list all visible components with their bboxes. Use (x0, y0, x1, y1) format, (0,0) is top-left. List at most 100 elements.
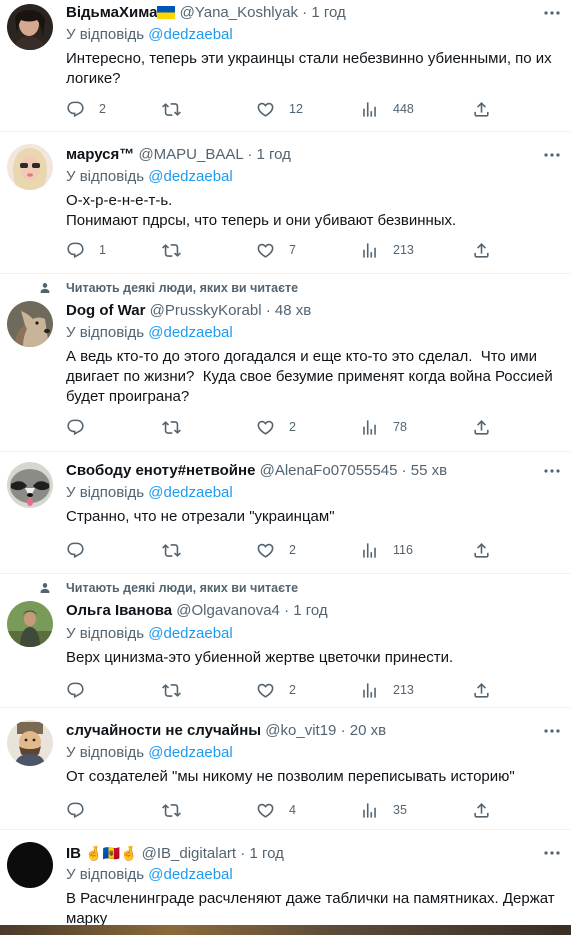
more-icon[interactable] (543, 468, 561, 474)
like-button[interactable]: 2 (256, 680, 296, 700)
author-name[interactable]: Ольга Іванова (66, 602, 172, 619)
avatar[interactable] (7, 601, 53, 647)
share-button[interactable] (472, 240, 491, 260)
author-name[interactable]: случайности не случайны (66, 722, 261, 739)
reply-mention-link[interactable]: @dedzaebal (148, 744, 232, 761)
avatar[interactable] (7, 4, 53, 50)
more-icon[interactable] (543, 10, 561, 16)
retweet-icon (162, 418, 181, 437)
reply-button[interactable] (66, 800, 99, 820)
reply-mention-link[interactable]: @dedzaebal (148, 625, 232, 642)
reply-icon (66, 241, 85, 260)
tweet[interactable]: Читають деякі люди, яких ви читаєте Ольг… (0, 574, 571, 708)
reply-icon (66, 681, 85, 700)
tweet-text: От создателей "мы никому не позволим пер… (66, 768, 515, 785)
author-name[interactable]: маруся™ (66, 146, 134, 163)
social-context[interactable]: Читають деякі люди, яких ви читаєте (66, 581, 298, 595)
reply-button[interactable] (66, 540, 99, 560)
like-button[interactable]: 4 (256, 800, 296, 820)
like-button[interactable]: 12 (256, 99, 303, 119)
views-button[interactable]: 78 (360, 417, 407, 437)
tweet-time[interactable]: 1 год (311, 4, 345, 21)
retweet-button[interactable] (162, 417, 195, 437)
author-handle[interactable]: @Olgavanova4 (176, 602, 280, 619)
tweet-time[interactable]: 1 год (257, 146, 291, 163)
views-button[interactable]: 213 (360, 240, 414, 260)
like-icon (256, 541, 275, 560)
reply-mention-link[interactable]: @dedzaebal (148, 26, 232, 43)
views-button[interactable]: 448 (360, 99, 414, 119)
retweet-button[interactable] (162, 99, 195, 119)
share-button[interactable] (472, 800, 491, 820)
tweet-actions: 2 12 448 (66, 99, 506, 119)
like-count: 2 (289, 683, 296, 697)
reply-prefix: У відповідь (66, 324, 145, 341)
share-button[interactable] (472, 99, 491, 119)
author-name[interactable]: Свободу еноту#нетвойне (66, 462, 255, 479)
author-handle[interactable]: @Yana_Koshlyak (180, 4, 298, 21)
tweet-header: Ольга Іванова @Olgavanova4 · 1 год (66, 601, 328, 621)
reply-mention-link[interactable]: @dedzaebal (148, 168, 232, 185)
tweet[interactable]: IB 🤞🇲🇩🤞 @IB_digitalart · 1 год У відпові… (0, 830, 571, 927)
tweet[interactable]: Свободу еноту#нетвойне @AlenaFo07055545 … (0, 452, 571, 574)
like-count: 7 (289, 243, 296, 257)
more-icon[interactable] (543, 152, 561, 158)
reply-button[interactable]: 1 (66, 240, 106, 260)
author-handle[interactable]: @IB_digitalart (142, 845, 236, 862)
separator-dot: · (284, 602, 290, 619)
reply-button[interactable]: 2 (66, 99, 106, 119)
tweet-time[interactable]: 1 год (249, 845, 283, 862)
like-button[interactable]: 7 (256, 240, 296, 260)
social-context[interactable]: Читають деякі люди, яких ви читаєте (66, 281, 298, 295)
author-name[interactable]: IB (66, 845, 81, 862)
reply-mention-link[interactable]: @dedzaebal (148, 484, 232, 501)
views-button[interactable]: 116 (360, 540, 413, 560)
tweet-time[interactable]: 55 хв (411, 462, 447, 479)
views-icon (360, 241, 379, 260)
more-icon[interactable] (543, 850, 561, 856)
like-button[interactable]: 2 (256, 540, 296, 560)
tweet-time[interactable]: 20 хв (350, 722, 386, 739)
person-icon (38, 281, 52, 295)
retweet-button[interactable] (162, 240, 195, 260)
author-handle[interactable]: @MAPU_BAAL (138, 146, 243, 163)
tweet[interactable]: маруся™ @MAPU_BAAL · 1 год У відповідь @… (0, 132, 571, 274)
views-button[interactable]: 35 (360, 800, 407, 820)
retweet-button[interactable] (162, 680, 195, 700)
retweet-button[interactable] (162, 540, 195, 560)
reply-mention-link[interactable]: @dedzaebal (148, 324, 232, 341)
tweet[interactable]: ВідьмаХима @Yana_Koshlyak · 1 год У відп… (0, 0, 571, 132)
author-name[interactable]: Dog of War (66, 302, 145, 319)
like-icon (256, 681, 275, 700)
tweet-time[interactable]: 1 год (293, 602, 327, 619)
separator-dot: · (401, 462, 407, 479)
reply-button[interactable] (66, 680, 99, 700)
view-count: 78 (393, 420, 407, 434)
share-button[interactable] (472, 680, 491, 700)
author-handle[interactable]: @PrusskyKorabl (150, 302, 262, 319)
author-handle[interactable]: @AlenaFo07055545 (260, 462, 398, 479)
author-name[interactable]: ВідьмаХима (66, 4, 157, 21)
more-icon[interactable] (543, 728, 561, 734)
views-button[interactable]: 213 (360, 680, 414, 700)
reply-mention-link[interactable]: @dedzaebal (148, 866, 232, 883)
author-handle[interactable]: @ko_vit19 (265, 722, 336, 739)
avatar[interactable] (7, 301, 53, 347)
reply-prefix: У відповідь (66, 168, 145, 185)
share-icon (472, 541, 491, 560)
avatar[interactable] (7, 144, 53, 190)
tweet[interactable]: случайности не случайны @ko_vit19 · 20 х… (0, 708, 571, 830)
like-button[interactable]: 2 (256, 417, 296, 437)
tweet-time[interactable]: 48 хв (275, 302, 311, 319)
tweet[interactable]: Читають деякі люди, яких ви читаєте Dog … (0, 274, 571, 452)
share-button[interactable] (472, 417, 491, 437)
avatar[interactable] (7, 842, 53, 888)
avatar[interactable] (7, 720, 53, 766)
share-button[interactable] (472, 540, 491, 560)
views-icon (360, 418, 379, 437)
retweet-button[interactable] (162, 800, 195, 820)
reply-icon (66, 541, 85, 560)
avatar[interactable] (7, 462, 53, 508)
tweet-media-preview[interactable] (0, 925, 571, 935)
reply-button[interactable] (66, 417, 99, 437)
